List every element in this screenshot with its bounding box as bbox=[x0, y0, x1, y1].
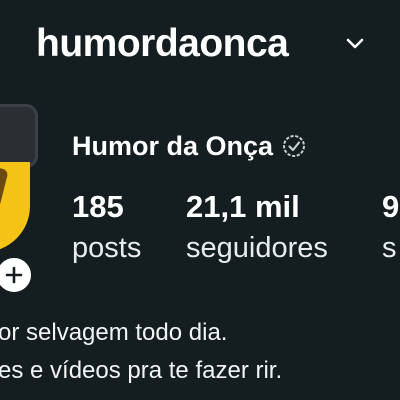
profile-screen: humordaonca Humor da Onça 185 posts 21,1… bbox=[0, 0, 400, 400]
bio-text: or selvagem todo dia. bbox=[0, 319, 228, 346]
plus-icon bbox=[5, 266, 23, 284]
stat-value: 9 bbox=[382, 189, 400, 224]
stat-value: 21,1 mil bbox=[186, 189, 300, 224]
stat-value: 185 bbox=[72, 189, 124, 224]
stat-label: seguidores bbox=[186, 232, 328, 264]
username-switcher[interactable]: humordaonca bbox=[36, 22, 289, 66]
bio-line: or selvagem todo dia. bbox=[0, 314, 400, 352]
stat-label: posts bbox=[72, 232, 142, 264]
avatar-image-top bbox=[0, 104, 38, 168]
avatar-image-bottom bbox=[0, 162, 30, 252]
display-name: Humor da Onça bbox=[72, 130, 274, 161]
bio-line: es e vídeos pra te fazer rir. bbox=[0, 352, 400, 390]
stat-following[interactable]: 9 s bbox=[382, 188, 399, 268]
chevron-down-icon[interactable] bbox=[346, 38, 364, 50]
add-story-button[interactable] bbox=[0, 255, 34, 295]
bio-text: es e vídeos pra te fazer rir. bbox=[0, 357, 283, 384]
profile-bio: or selvagem todo dia. es e vídeos pra te… bbox=[0, 314, 400, 390]
stat-label: s bbox=[382, 232, 397, 264]
profile-header: humordaonca bbox=[0, 18, 400, 78]
verified-badge-icon bbox=[283, 135, 306, 157]
profile-avatar[interactable] bbox=[0, 104, 38, 254]
stat-posts[interactable]: 185 posts bbox=[72, 188, 141, 268]
display-name-row: Humor da Onça bbox=[72, 128, 307, 164]
avatar-detail bbox=[0, 166, 9, 210]
stat-followers[interactable]: 21,1 mil seguidores bbox=[186, 188, 328, 268]
